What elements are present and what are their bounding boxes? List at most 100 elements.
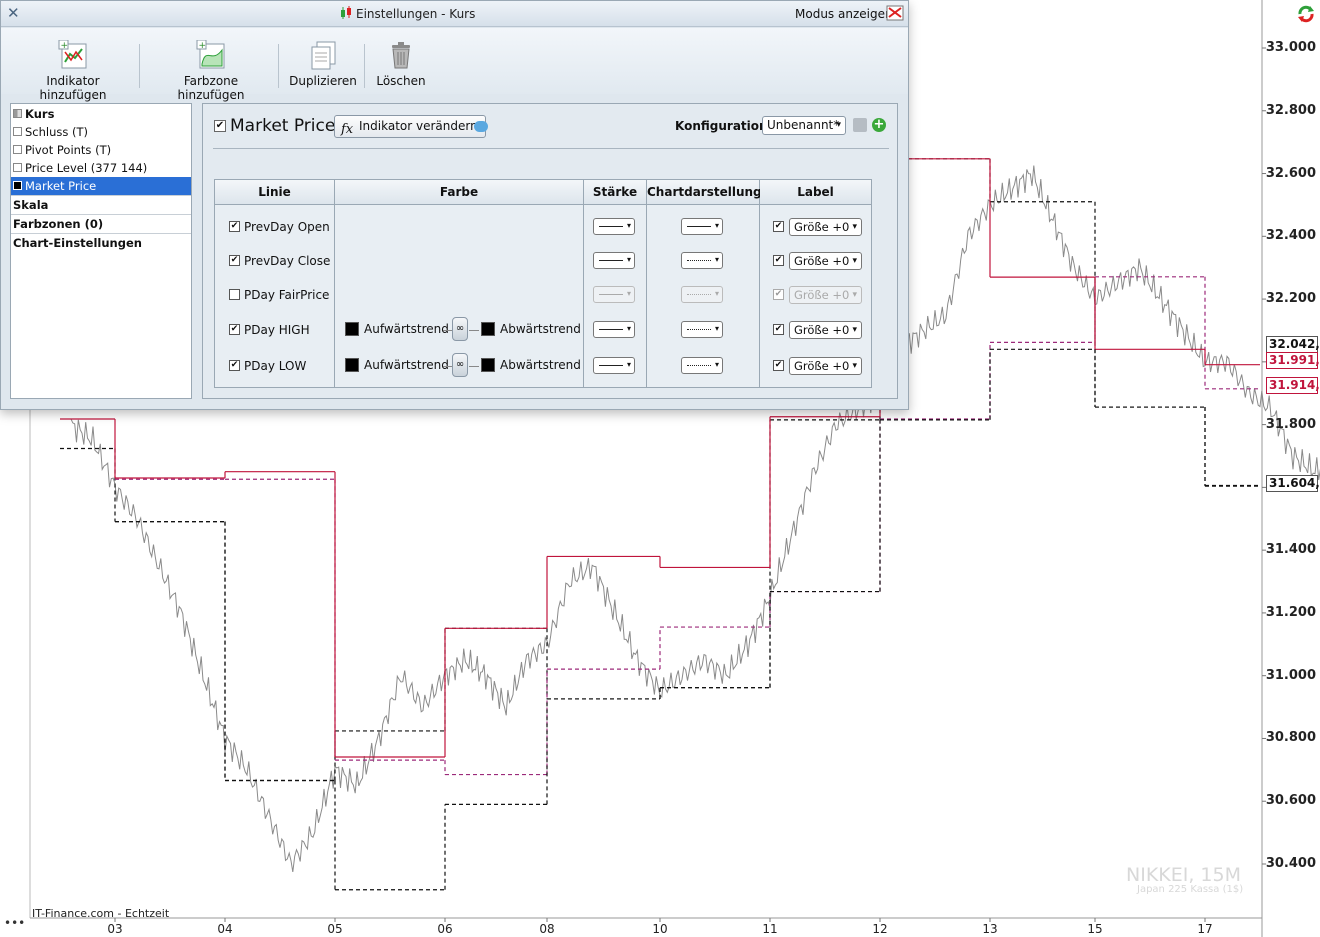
link-colors-icon[interactable]: ∞ <box>452 353 468 377</box>
add-indicator-icon: + <box>58 40 87 69</box>
x-tick-label: 05 <box>327 922 343 936</box>
y-tick-label: 32.400 <box>1265 228 1316 244</box>
configuration-label: Konfiguration: <box>675 119 773 133</box>
up-trend-color-swatch[interactable] <box>345 322 359 336</box>
change-indicator-button[interactable]: fx Indikator verändern <box>334 115 486 138</box>
show-mode-button[interactable]: Modus anzeigen <box>795 7 893 21</box>
tree-item-kurs[interactable]: Kurs <box>11 105 191 123</box>
tree-section-farbzonen[interactable]: Farbzonen (0) <box>11 214 191 232</box>
add-config-icon[interactable]: + <box>872 118 886 132</box>
kurs-icon <box>13 109 22 118</box>
table-row-pday-fairprice: PDay FairPrice ▾ ▾ ✔ Größe +0 ▾ <box>215 278 871 312</box>
instrument-watermark: NIKKEI, 15M <box>1126 864 1241 886</box>
indicator-enabled-checkbox[interactable]: ✔ <box>214 120 226 132</box>
y-tick-label: 32.200 <box>1265 291 1316 307</box>
data-source-label: IT-Finance.com - Echtzeit <box>32 907 170 920</box>
down-trend-color-swatch[interactable] <box>481 358 495 372</box>
refresh-icon[interactable] <box>1296 4 1316 24</box>
x-tick-label: 03 <box>107 922 123 936</box>
y-tick-label: 31.200 <box>1265 604 1316 620</box>
y-tick-label: 32.600 <box>1265 165 1316 181</box>
info-bubble-icon[interactable] <box>474 121 488 132</box>
link-colors-icon[interactable]: ∞ <box>452 317 468 341</box>
toolbar-divider <box>278 44 279 88</box>
tree-item-schluss[interactable]: Schluss (T) <box>11 123 191 141</box>
configuration-value: Unbenannt* <box>767 118 840 132</box>
tree-item-checkbox[interactable] <box>13 127 22 136</box>
label-checkbox[interactable]: ✔ <box>773 221 784 232</box>
label-checkbox[interactable]: ✔ <box>773 324 784 335</box>
price-badge: 31.914,5 <box>1266 377 1320 394</box>
duplicate-button[interactable]: Duplizieren <box>289 40 357 88</box>
row-name: PrevDay Close <box>244 254 331 268</box>
tree-item-market-price[interactable]: Market Price <box>11 177 191 195</box>
label-size-select[interactable]: Größe +0 ▾ <box>789 357 862 375</box>
stroke-width-select[interactable]: ▾ <box>593 252 635 269</box>
settings-tree: Kurs Schluss (T) Pivot Points (T) Price … <box>10 103 192 399</box>
tree-item-label: Schluss (T) <box>25 125 89 139</box>
duplicate-label: Duplizieren <box>289 74 357 88</box>
table-row-prevday-close: ✔ PrevDay Close ▾ ▾ ✔ Größe +0 ▾ <box>215 244 871 278</box>
row-checkbox[interactable] <box>229 289 240 300</box>
down-trend-label: Abwärtstrend <box>500 358 581 372</box>
table-row-pday-low: ✔ PDay LOW Aufwärtstrend ∞ Abwärtstrend … <box>215 348 871 382</box>
delete-button[interactable]: Löschen <box>375 40 427 88</box>
tree-section-skala[interactable]: Skala <box>11 195 191 213</box>
toolbar-divider <box>139 44 140 88</box>
row-checkbox[interactable]: ✔ <box>229 255 240 266</box>
toolbar: + Indikator hinzufügen + Farbzone hinzuf… <box>1 28 908 102</box>
row-name: PDay HIGH <box>244 323 310 337</box>
stroke-width-select[interactable]: ▾ <box>593 218 635 235</box>
x-tick-label: 17 <box>1197 922 1213 936</box>
x-tick-label: 04 <box>217 922 233 936</box>
up-trend-color-swatch[interactable] <box>345 358 359 372</box>
tree-item-price-level[interactable]: Price Level (377 144) <box>11 159 191 177</box>
tree-section-chart-einstellungen[interactable]: Chart-Einstellungen <box>11 233 191 251</box>
label-size-select[interactable]: Größe +0 ▾ <box>789 252 862 270</box>
tree-item-pivot-points[interactable]: Pivot Points (T) <box>11 141 191 159</box>
label-size-select[interactable]: Größe +0 ▾ <box>789 321 862 339</box>
y-tick-label: 31.400 <box>1265 542 1316 558</box>
label-checkbox[interactable]: ✔ <box>773 255 784 266</box>
line-style-select[interactable]: ▾ <box>681 321 723 338</box>
lines-table: Linie Farbe Stärke Chartdarstellung Labe… <box>214 179 872 388</box>
configuration-select[interactable]: Unbenannt* ▾ <box>762 116 846 135</box>
row-name: PDay FairPrice <box>244 288 330 302</box>
panel-divider <box>213 148 889 149</box>
add-color-zone-button[interactable]: + Farbzone hinzufügen <box>152 40 270 102</box>
column-header-label: Label <box>760 180 871 205</box>
line-style-select[interactable]: ▾ <box>681 357 723 374</box>
row-checkbox[interactable]: ✔ <box>229 221 240 232</box>
stroke-width-select[interactable]: ▾ <box>593 321 635 338</box>
add-indicator-label: Indikator hinzufügen <box>39 74 107 102</box>
table-row-prevday-open: ✔ PrevDay Open ▾ ▾ ✔ Größe +0 ▾ <box>215 210 871 244</box>
down-trend-color-swatch[interactable] <box>481 322 495 336</box>
tree-item-checkbox[interactable] <box>13 145 22 154</box>
column-header-linie: Linie <box>215 180 335 205</box>
delete-label: Löschen <box>376 74 426 88</box>
y-tick-label: 30.800 <box>1265 730 1316 746</box>
svg-text:+: + <box>199 41 207 51</box>
mode-chart-icon[interactable] <box>886 5 906 23</box>
more-menu-icon[interactable]: ••• <box>4 916 25 930</box>
column-header-staerke: Stärke <box>584 180 647 205</box>
line-style-select[interactable]: ▾ <box>681 252 723 269</box>
line-style-select[interactable]: ▾ <box>681 218 723 235</box>
stroke-width-select[interactable]: ▾ <box>593 357 635 374</box>
link-wire <box>469 366 479 367</box>
tree-item-checkbox[interactable] <box>13 163 22 172</box>
row-checkbox[interactable]: ✔ <box>229 324 240 335</box>
x-tick-label: 08 <box>539 922 555 936</box>
window-title-bar[interactable]: ✕ Einstellungen - Kurs Modus anzeigen <box>1 1 908 27</box>
save-icon[interactable] <box>853 118 867 132</box>
x-tick-label: 11 <box>762 922 778 936</box>
y-tick-label: 30.400 <box>1265 856 1316 871</box>
add-indicator-button[interactable]: + Indikator hinzufügen <box>15 40 131 102</box>
label-checkbox[interactable]: ✔ <box>773 360 784 371</box>
tree-item-checkbox[interactable] <box>13 181 22 190</box>
label-size-select[interactable]: Größe +0 ▾ <box>789 218 862 236</box>
up-trend-label: Aufwärtstrend <box>364 322 449 336</box>
row-checkbox[interactable]: ✔ <box>229 360 240 371</box>
instrument-subtitle: Japan 225 Kassa (1$) <box>1137 884 1244 895</box>
close-icon[interactable]: ✕ <box>7 4 20 22</box>
